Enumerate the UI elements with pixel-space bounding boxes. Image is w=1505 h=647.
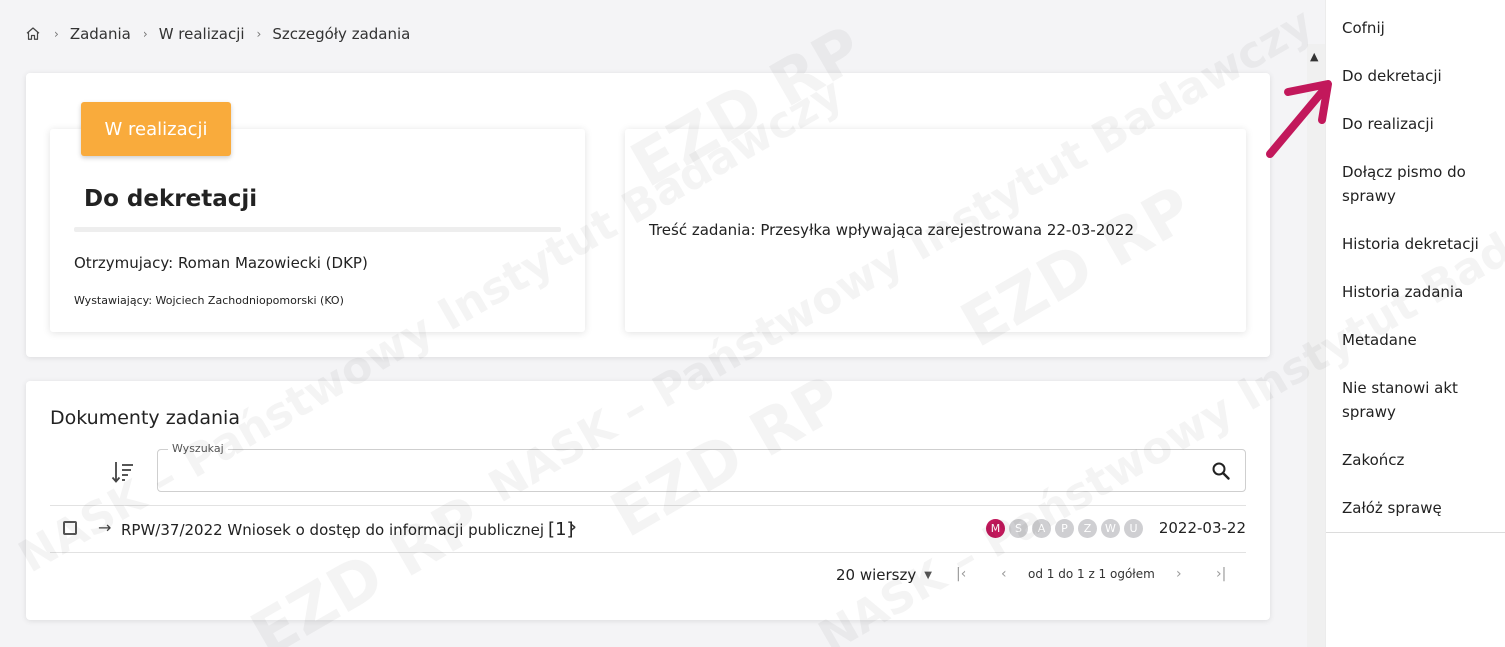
breadcrumb-separator-icon: ›: [54, 27, 59, 41]
annotation-arrow-icon: [1266, 80, 1332, 158]
search-label: Wyszukaj: [168, 442, 228, 455]
menu-item-cofnij[interactable]: Cofnij: [1326, 16, 1401, 40]
letter-badge: P: [1055, 519, 1074, 538]
document-date: 2022-03-22: [1158, 519, 1246, 537]
letter-badge: M: [986, 519, 1005, 538]
letter-badge: W: [1101, 519, 1120, 538]
title-underline: [74, 227, 561, 232]
task-content: Treść zadania: Przesyłka wpływająca zare…: [649, 221, 1135, 239]
scroll-up-icon[interactable]: ▲: [1310, 50, 1318, 63]
rows-per-page-select[interactable]: 20 wierszy ▼: [836, 566, 932, 584]
task-issuer: Wystawiający: Wojciech Zachodniopomorski…: [74, 294, 344, 307]
documents-title: Dokumenty zadania: [50, 407, 240, 429]
task-content-card: Treść zadania: Przesyłka wpływająca zare…: [625, 129, 1246, 332]
action-menu: Cofnij Do dekretacji Do realizacji Dołąc…: [1325, 0, 1505, 647]
home-icon[interactable]: [24, 25, 42, 43]
breadcrumb-item-zadania[interactable]: Zadania: [70, 25, 131, 43]
letter-badge: A: [1032, 519, 1051, 538]
search-input[interactable]: [170, 458, 1200, 484]
menu-item-zaloz-sprawe[interactable]: Załóż sprawę: [1326, 496, 1458, 520]
task-recipient: Otrzymujacy: Roman Mazowiecki (DKP): [74, 254, 368, 272]
breadcrumb-separator-icon: ›: [142, 27, 148, 41]
rows-per-page-value: 20 wierszy: [836, 566, 917, 584]
prev-page-icon[interactable]: ‹: [1001, 566, 1007, 582]
task-card: Do dekretacji Otrzymujacy: Roman Mazowie…: [50, 129, 585, 332]
chevron-right-icon[interactable]: ›: [570, 517, 577, 536]
menu-item-do-dekretacji[interactable]: Do dekretacji: [1326, 64, 1458, 88]
pagination: 20 wierszy ▼ |‹ ‹ od 1 do 1 z 1 ogółem ›…: [26, 559, 1270, 589]
menu-item-dolacz-pismo[interactable]: Dołącz pismo do sprawy: [1326, 160, 1486, 208]
arrow-right-icon: →: [98, 518, 112, 537]
menu-item-nie-stanowi-akt[interactable]: Nie stanowi akt sprawy: [1326, 376, 1476, 424]
letter-badge: Z: [1078, 519, 1097, 538]
next-page-icon[interactable]: ›: [1176, 566, 1182, 582]
document-row[interactable]: → RPW/37/2022 Wniosek o dostęp do inform…: [50, 505, 1246, 551]
row-checkbox[interactable]: [63, 521, 77, 535]
letter-badge: U: [1124, 519, 1143, 538]
divider: [50, 552, 1246, 553]
breadcrumb-separator-icon: ›: [256, 27, 262, 41]
document-name[interactable]: RPW/37/2022 Wniosek o dostęp do informac…: [121, 519, 574, 540]
search-icon[interactable]: [1211, 461, 1231, 481]
menu-item-zakoncz[interactable]: Zakończ: [1326, 448, 1420, 472]
pagination-info: od 1 do 1 z 1 ogółem: [1028, 567, 1155, 581]
menu-item-metadane[interactable]: Metadane: [1326, 328, 1433, 352]
document-status-letters: M S A P Z W U: [986, 519, 1143, 538]
sort-icon[interactable]: [110, 459, 136, 485]
breadcrumb: › Zadania › W realizacji › Szczegóły zad…: [24, 22, 410, 46]
letter-badge: S: [1009, 519, 1028, 538]
task-title: Do dekretacji: [84, 186, 258, 212]
search-field: Wyszukaj: [157, 442, 1246, 492]
task-documents-panel: Dokumenty zadania Wyszukaj → RPW/37/2022…: [26, 381, 1270, 620]
menu-item-do-realizacji[interactable]: Do realizacji: [1326, 112, 1450, 136]
first-page-icon[interactable]: |‹: [956, 566, 966, 582]
caret-down-icon: ▼: [924, 569, 932, 581]
menu-item-historia-dekretacji[interactable]: Historia dekretacji: [1326, 232, 1495, 256]
document-title: RPW/37/2022 Wniosek o dostęp do informac…: [121, 521, 545, 539]
breadcrumb-item-current: Szczegóły zadania: [272, 25, 411, 43]
last-page-icon[interactable]: ›|: [1216, 566, 1226, 582]
menu-divider: [1326, 532, 1505, 533]
task-details-panel: Do dekretacji Otrzymujacy: Roman Mazowie…: [26, 73, 1270, 357]
status-badge: W realizacji: [81, 102, 231, 156]
breadcrumb-item-w-realizacji[interactable]: W realizacji: [159, 25, 245, 43]
menu-item-historia-zadania[interactable]: Historia zadania: [1326, 280, 1479, 304]
